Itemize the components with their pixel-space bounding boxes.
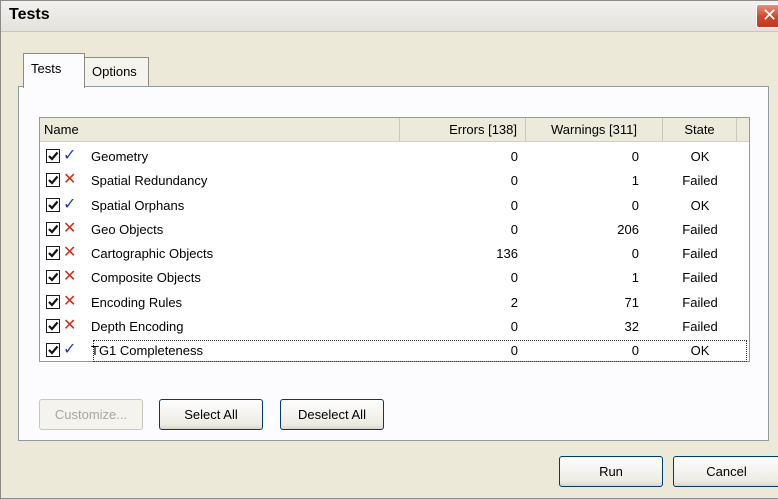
cell-errors: 0 [510, 197, 518, 213]
cell-name: Spatial Redundancy [91, 173, 208, 189]
cross-icon: ✕ [63, 219, 77, 237]
close-button[interactable]: ✕ [756, 4, 778, 28]
table-row[interactable]: ✕ Depth Encoding 0 32 Failed [40, 315, 749, 339]
cross-icon: ✕ [63, 244, 77, 262]
checkmark-icon [48, 200, 59, 210]
row-checkbox[interactable] [46, 197, 60, 212]
cell-name: Depth Encoding [91, 319, 184, 335]
select-all-button[interactable]: Select All [159, 399, 263, 430]
table-row[interactable]: ✓ TG1 Completeness 0 0 OK [40, 339, 749, 363]
check-icon: ✓ [63, 195, 77, 213]
row-checkbox[interactable] [46, 221, 60, 236]
list-rows: ✓ Geometry 0 0 OK ✕ Spatial Redundancy 0 1 Failed… [40, 145, 749, 364]
cross-icon: ✕ [63, 268, 77, 286]
table-row[interactable]: ✕ Geo Objects 0 206 Failed [40, 218, 749, 242]
row-checkbox[interactable] [46, 173, 60, 188]
column-header-name[interactable]: Name [40, 118, 400, 141]
checkmark-icon [48, 176, 59, 185]
tab-options[interactable]: Options [85, 57, 149, 87]
row-checkbox[interactable] [46, 149, 60, 163]
list-header: Name Errors [138] Warnings [311] State [40, 118, 749, 142]
cell-state: OK [690, 149, 710, 164]
column-header-state[interactable]: State [663, 118, 737, 141]
cell-state: Failed [682, 173, 718, 189]
cell-errors: 2 [510, 294, 518, 310]
cell-name: Geometry [91, 149, 149, 164]
table-row[interactable]: ✓ Spatial Orphans 0 0 OK [40, 194, 749, 218]
row-checkbox[interactable] [46, 319, 60, 334]
tab-tests[interactable]: Tests [23, 53, 85, 88]
tests-dialog: Tests ✕ Tests Options Name Errors [138] … [0, 0, 778, 499]
cell-errors: 0 [510, 343, 518, 359]
deselect-all-button[interactable]: Deselect All [280, 399, 384, 430]
check-icon: ✓ [63, 147, 77, 164]
table-row[interactable]: ✓ Geometry 0 0 OK [40, 145, 749, 169]
row-checkbox[interactable] [46, 246, 60, 261]
cell-warnings: 1 [631, 173, 639, 189]
cell-state: OK [690, 197, 710, 213]
cross-icon: ✕ [63, 171, 77, 189]
checkmark-icon [48, 346, 59, 355]
cell-errors: 0 [510, 270, 518, 286]
table-row[interactable]: ✕ Encoding Rules 2 71 Failed [40, 291, 749, 315]
cell-state: Failed [682, 246, 718, 262]
cell-warnings: 0 [631, 197, 639, 213]
table-row[interactable]: ✕ Spatial Redundancy 0 1 Failed [40, 169, 749, 193]
column-header-errors[interactable]: Errors [138] [400, 118, 526, 141]
checkmark-icon [48, 248, 59, 258]
cell-warnings: 1 [631, 270, 639, 286]
cell-errors: 0 [510, 173, 518, 189]
row-checkbox[interactable] [46, 343, 60, 358]
tests-list[interactable]: Name Errors [138] Warnings [311] State ✓… [39, 117, 750, 364]
cell-errors: 0 [510, 149, 518, 164]
check-icon: ✓ [63, 341, 77, 359]
row-checkbox[interactable] [46, 294, 60, 309]
cell-state: Failed [682, 294, 718, 310]
cell-state: Failed [682, 221, 718, 237]
customize-button[interactable]: Customize... [39, 399, 143, 430]
cell-name: Cartographic Objects [91, 246, 214, 262]
checkmark-icon [48, 321, 59, 331]
row-checkbox[interactable] [46, 270, 60, 285]
cross-icon: ✕ [63, 317, 77, 335]
table-row[interactable]: ✕ Cartographic Objects 136 0 Failed [40, 242, 749, 266]
cell-name: Spatial Orphans [91, 197, 185, 213]
checkmark-icon [48, 297, 59, 307]
cell-warnings: 206 [617, 221, 639, 237]
checkmark-icon [48, 273, 59, 283]
table-row[interactable]: ✕ Composite Objects 0 1 Failed [40, 266, 749, 290]
cell-errors: 0 [510, 319, 518, 335]
cell-name: Composite Objects [91, 270, 201, 286]
close-icon: ✕ [762, 5, 778, 25]
cell-errors: 136 [496, 246, 518, 262]
cell-warnings: 0 [631, 149, 639, 164]
cell-errors: 0 [510, 221, 518, 237]
cell-warnings: 0 [631, 343, 639, 359]
checkmark-icon [48, 224, 59, 234]
cell-name: Geo Objects [91, 221, 164, 237]
cross-icon: ✕ [63, 292, 77, 310]
cell-state: Failed [682, 270, 718, 286]
cell-name: Encoding Rules [91, 294, 183, 310]
window-title: Tests [9, 6, 50, 23]
cancel-button[interactable]: Cancel [673, 456, 778, 487]
cell-warnings: 0 [631, 246, 639, 262]
title-bar[interactable]: Tests ✕ [1, 1, 778, 32]
cell-warnings: 71 [624, 294, 639, 310]
cell-name: TG1 Completeness [91, 343, 203, 359]
run-button[interactable]: Run [559, 456, 663, 487]
cell-warnings: 32 [624, 319, 639, 335]
column-header-warnings[interactable]: Warnings [311] [526, 118, 663, 141]
tests-panel: Name Errors [138] Warnings [311] State ✓… [18, 86, 769, 441]
checkmark-icon [48, 151, 59, 161]
cell-state: Failed [682, 319, 718, 335]
cell-state: OK [690, 343, 710, 359]
